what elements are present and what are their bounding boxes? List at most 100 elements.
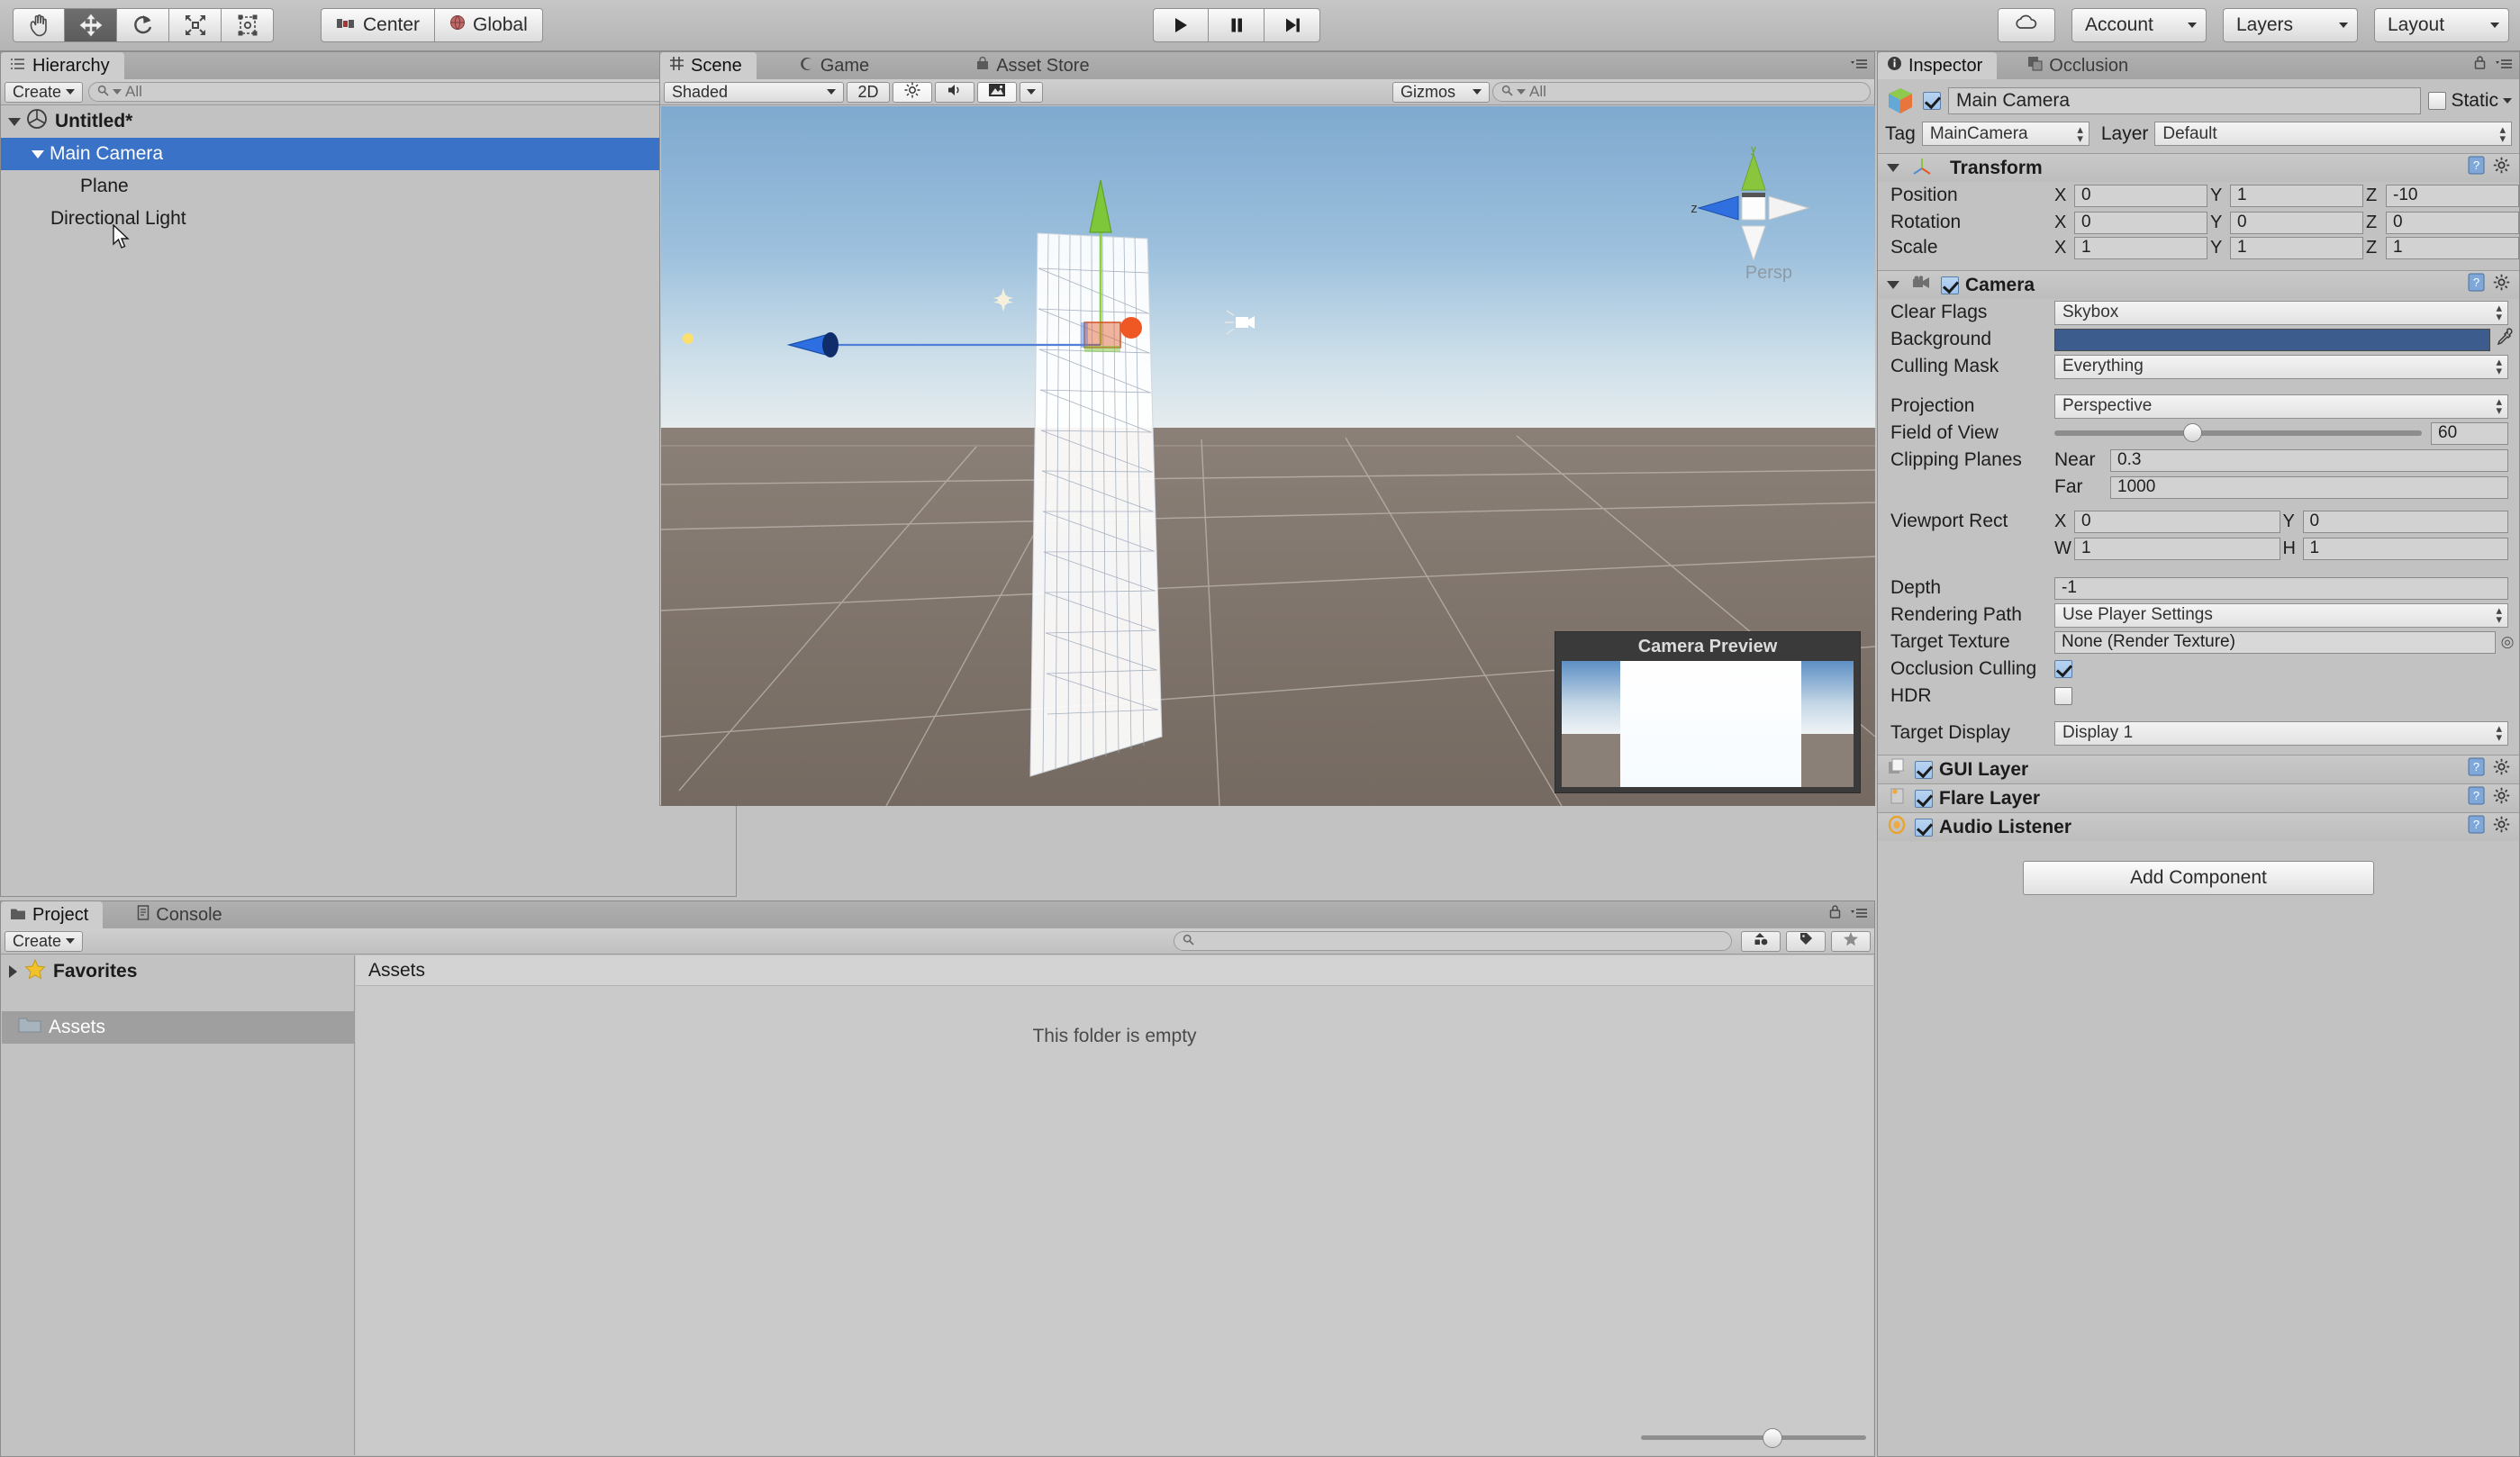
gui-layer-header[interactable]: GUI Layer ? <box>1878 756 2519 783</box>
lighting-toggle-button[interactable] <box>893 82 932 103</box>
project-content-area[interactable]: Assets This folder is empty <box>356 955 1873 1455</box>
background-color-swatch[interactable] <box>2054 329 2490 351</box>
scale-z-field[interactable]: 1 <box>2386 237 2519 259</box>
object-enabled-checkbox[interactable] <box>1923 92 1941 110</box>
layers-dropdown[interactable]: Layers <box>2223 8 2358 42</box>
hierarchy-search-input[interactable]: All <box>88 82 732 102</box>
projection-dropdown[interactable]: Perspective ▴▾ <box>2054 394 2508 419</box>
help-icon[interactable]: ? <box>2468 273 2485 297</box>
tab-occlusion[interactable]: Occlusion <box>2018 52 2143 79</box>
gear-icon[interactable] <box>2493 758 2510 781</box>
viewport-w-field[interactable]: 1 <box>2074 538 2280 560</box>
position-y-field[interactable]: 1 <box>2230 185 2363 207</box>
target-display-dropdown[interactable]: Display 1 ▴▾ <box>2054 721 2508 746</box>
project-zoom-slider[interactable] <box>1641 1425 1866 1450</box>
chevron-down-icon[interactable] <box>2503 98 2512 104</box>
tab-project[interactable]: Project <box>1 901 103 928</box>
rotation-x-field[interactable]: 0 <box>2074 212 2207 234</box>
position-x-field[interactable]: 0 <box>2074 185 2207 207</box>
fov-slider-knob[interactable] <box>2183 423 2202 442</box>
gui-layer-checkbox[interactable] <box>1915 761 1933 779</box>
help-icon[interactable]: ? <box>2468 815 2485 839</box>
panel-menu-icon[interactable] <box>2494 54 2514 76</box>
audio-listener-checkbox[interactable] <box>1915 819 1933 837</box>
effects-dropdown[interactable] <box>1020 82 1043 103</box>
help-icon[interactable]: ? <box>2468 156 2485 180</box>
flare-layer-header[interactable]: Flare Layer ? <box>1878 784 2519 812</box>
tab-inspector[interactable]: Inspector <box>1878 52 1997 79</box>
hierarchy-item-main-camera[interactable]: Main Camera <box>1 138 736 170</box>
hierarchy-scene-root[interactable]: Untitled* <box>1 105 736 138</box>
transform-header[interactable]: Transform ? <box>1878 154 2519 182</box>
rect-tool-button[interactable] <box>222 8 274 42</box>
audio-listener-header[interactable]: Audio Listener ? <box>1878 813 2519 841</box>
pivot-mode-button[interactable]: Center <box>321 8 435 42</box>
add-component-button[interactable]: Add Component <box>2023 861 2374 895</box>
help-icon[interactable]: ? <box>2468 757 2485 782</box>
gear-icon[interactable] <box>2493 787 2510 810</box>
effects-toggle-button[interactable] <box>977 82 1017 103</box>
rendering-path-dropdown[interactable]: Use Player Settings ▴▾ <box>2054 603 2508 628</box>
rotate-tool-button[interactable] <box>117 8 169 42</box>
static-toggle[interactable]: Static <box>2428 90 2512 112</box>
tab-game[interactable]: Game <box>791 52 884 79</box>
object-name-field[interactable]: Main Camera <box>1948 87 2421 114</box>
audio-toggle-button[interactable] <box>935 82 974 103</box>
scale-tool-button[interactable] <box>169 8 222 42</box>
flare-layer-checkbox[interactable] <box>1915 790 1933 808</box>
layout-dropdown[interactable]: Layout <box>2374 8 2509 42</box>
space-mode-button[interactable]: Global <box>435 8 543 42</box>
occlusion-culling-checkbox[interactable] <box>2054 660 2072 678</box>
eyedropper-icon[interactable] <box>2496 328 2514 351</box>
object-picker-icon[interactable]: ◎ <box>2496 633 2519 651</box>
pause-button[interactable] <box>1209 8 1265 42</box>
scale-y-field[interactable]: 1 <box>2230 237 2363 259</box>
tab-asset-store[interactable]: Asset Store <box>966 52 1103 79</box>
zoom-slider-track[interactable] <box>1641 1435 1866 1440</box>
scene-orientation-gizmo[interactable]: y z <box>1686 147 1821 273</box>
expand-triangle-icon[interactable] <box>1887 281 1899 289</box>
expand-triangle-icon[interactable] <box>32 150 44 158</box>
viewport-y-field[interactable]: 0 <box>2303 511 2509 533</box>
project-assets-item[interactable]: Assets <box>2 1011 354 1044</box>
fov-value-field[interactable]: 60 <box>2431 422 2508 445</box>
project-search-input[interactable] <box>1174 931 1732 951</box>
zoom-slider-knob[interactable] <box>1763 1428 1782 1448</box>
scale-x-field[interactable]: 1 <box>2074 237 2207 259</box>
filter-by-label-button[interactable] <box>1786 931 1826 952</box>
account-dropdown[interactable]: Account <box>2071 8 2207 42</box>
draw-mode-dropdown[interactable]: Shaded <box>664 82 844 103</box>
toggle-2d-button[interactable]: 2D <box>847 82 890 103</box>
far-value-field[interactable]: 1000 <box>2110 476 2508 499</box>
hierarchy-item-plane[interactable]: Plane <box>1 170 736 203</box>
move-tool-button[interactable] <box>65 8 117 42</box>
scene-search-input[interactable]: All <box>1492 82 1871 102</box>
project-favorites-item[interactable]: Favorites <box>2 955 354 988</box>
panel-menu-icon[interactable] <box>1849 903 1869 925</box>
tag-dropdown[interactable]: MainCamera ▴▾ <box>1922 122 2089 146</box>
tab-hierarchy[interactable]: Hierarchy <box>1 52 124 79</box>
gear-icon[interactable] <box>2493 816 2510 838</box>
hdr-checkbox[interactable] <box>2054 687 2072 705</box>
filter-by-type-button[interactable] <box>1741 931 1781 952</box>
lock-icon[interactable] <box>1828 903 1842 925</box>
gear-icon[interactable] <box>2493 274 2510 296</box>
viewport-h-field[interactable]: 1 <box>2303 538 2509 560</box>
step-button[interactable] <box>1265 8 1320 42</box>
expand-triangle-icon[interactable] <box>1887 164 1899 172</box>
collapse-triangle-icon[interactable] <box>9 965 17 978</box>
depth-value-field[interactable]: -1 <box>2054 577 2508 600</box>
tab-console[interactable]: Console <box>128 901 236 928</box>
target-texture-field[interactable]: None (Render Texture) <box>2054 631 2496 654</box>
fov-slider-track[interactable] <box>2054 430 2422 436</box>
gizmos-dropdown[interactable]: Gizmos <box>1392 82 1490 103</box>
clear-flags-dropdown[interactable]: Skybox ▴▾ <box>2054 301 2508 325</box>
gear-icon[interactable] <box>2493 157 2510 179</box>
project-create-button[interactable]: Create <box>5 931 83 952</box>
filter-favorites-button[interactable] <box>1831 931 1871 952</box>
tab-scene[interactable]: Scene <box>660 52 757 79</box>
hierarchy-create-button[interactable]: Create <box>5 82 83 103</box>
rotation-y-field[interactable]: 0 <box>2230 212 2363 234</box>
camera-header[interactable]: Camera ? <box>1878 271 2519 299</box>
camera-enabled-checkbox[interactable] <box>1941 276 1959 294</box>
